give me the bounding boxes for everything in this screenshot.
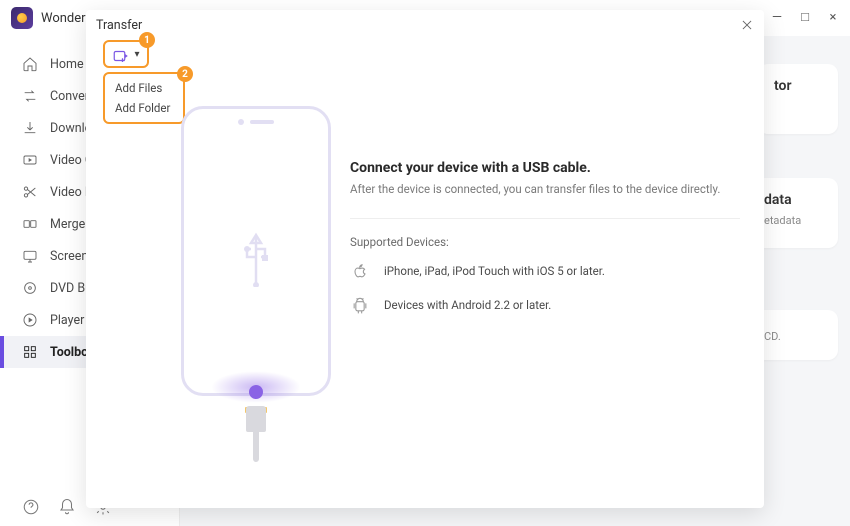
app-name: Wonder [41,11,86,26]
usb-cable [246,406,266,462]
merger-icon [22,216,38,232]
android-icon [350,295,370,315]
callout-badge-2: 2 [177,66,193,82]
maximize-button[interactable]: □ [794,6,816,28]
toolbox-icon [22,344,38,360]
bg-card-title: tor [774,78,822,94]
disc-icon [22,280,38,296]
supported-devices-label: Supported Devices: [350,235,740,249]
download-icon [22,120,38,136]
converter-icon [22,88,38,104]
device-text: iPhone, iPad, iPod Touch with iOS 5 or l… [384,264,605,278]
close-icon [740,18,754,32]
sidebar-item-label: Home [50,57,84,72]
bg-card-title: data [764,192,822,208]
close-icon: × [830,10,837,25]
chevron-down-icon: ▾ [134,49,139,60]
minimize-icon: — [772,10,782,25]
video-compress-icon [22,152,38,168]
info-panel: Connect your device with a USB cable. Af… [350,160,740,329]
add-file-button[interactable]: ▾ 1 [103,40,149,68]
sidebar-item-label: Merger [50,217,90,232]
screen-record-icon [22,248,38,264]
transfer-modal: Transfer ▾ 1 Add Files Add Folder 2 [86,10,764,508]
help-icon[interactable] [22,498,40,516]
bg-card-text: CD. [764,330,822,343]
play-icon [22,312,38,328]
device-text: Devices with Android 2.2 or later. [384,298,551,312]
app-logo [11,7,33,29]
apple-icon [350,261,370,281]
usb-icon [236,227,276,287]
connect-headline: Connect your device with a USB cable. [350,160,740,176]
dropdown-item-add-files[interactable]: Add Files [105,78,183,98]
home-icon [22,56,38,72]
bg-card-sub: etadata [764,214,822,227]
modal-title: Transfer [96,18,142,33]
connect-subtext: After the device is connected, you can t… [350,182,740,196]
sidebar-item-label: Player [50,313,84,328]
add-file-icon [112,47,130,61]
minimize-button[interactable]: — [766,6,788,28]
port-dot [249,385,263,399]
phone-notch [238,119,274,125]
callout-badge-1: 1 [139,32,155,48]
device-row-ios: iPhone, iPad, iPod Touch with iOS 5 or l… [350,261,740,281]
device-row-android: Devices with Android 2.2 or later. [350,295,740,315]
window-controls: — □ × [766,6,844,28]
app-root: Wonder — □ × Home Converter Download Vid [0,0,850,526]
maximize-icon: □ [801,9,809,25]
bell-icon[interactable] [58,498,76,516]
phone-outline [181,106,331,396]
phone-illustration [156,106,356,476]
scissors-icon [22,184,38,200]
close-button[interactable]: × [822,6,844,28]
divider [350,218,740,219]
background-card: tor [758,64,838,134]
modal-close-button[interactable] [738,16,756,34]
